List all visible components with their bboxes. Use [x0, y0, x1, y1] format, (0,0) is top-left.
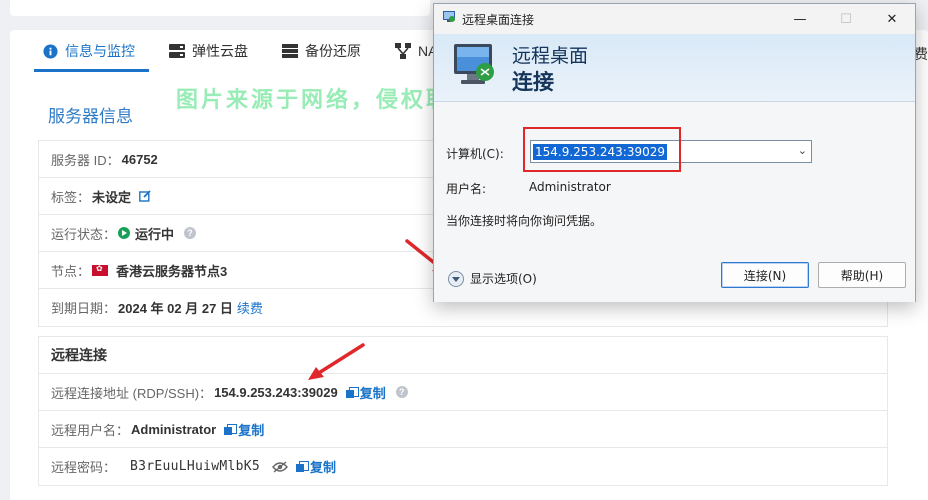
tag-value: 未设定 [92, 189, 132, 205]
server-info-title: 服务器信息 [48, 107, 133, 126]
maximize-button: ☐ [840, 11, 852, 27]
show-options-label[interactable]: 显示选项(O) [470, 270, 537, 287]
rdp-password-row: 远程密码： B3rEuuLHuiwMlbK5 复制 [39, 448, 887, 485]
copy-username-button[interactable]: 复制 [224, 420, 264, 439]
remote-desktop-monitor-icon [452, 40, 496, 100]
remote-connection-title: 远程连接 [39, 337, 887, 374]
red-arrow-to-address [308, 343, 365, 380]
banner-line2: 连接 [512, 70, 554, 94]
tab-label: 备份还原 [305, 43, 361, 59]
server-id-value: 46752 [121, 151, 158, 167]
copy-icon [345, 386, 359, 398]
node-value: 香港云服务器节点3 [116, 263, 228, 279]
copy-icon [224, 423, 238, 435]
remote-desktop-app-icon [442, 10, 456, 28]
copy-label: 复制 [238, 422, 265, 438]
copy-password-button[interactable]: 复制 [296, 457, 336, 476]
copy-label: 复制 [359, 385, 386, 401]
window-controls: — ☐ ✕ [777, 4, 915, 34]
red-highlight-box [523, 127, 681, 172]
show-options-toggle[interactable]: 显示选项(O) [448, 270, 537, 287]
server-id-label: 服务器 ID： [51, 152, 120, 168]
dialog-banner: 远程桌面 连接 [434, 34, 915, 102]
minimize-button[interactable]: — [777, 4, 823, 34]
tab-renew-partial[interactable]: 费 [914, 44, 928, 64]
node-label: 节点： [51, 263, 91, 279]
rdp-address-value: 154.9.253.243:39029 [214, 384, 338, 400]
chevron-down-icon[interactable]: ⌄ [798, 144, 807, 157]
tab-info-monitor[interactable]: 信息与监控 [34, 30, 149, 72]
credentials-hint: 当你连接时将向你询问凭据。 [446, 214, 603, 228]
connect-button[interactable]: 连接(N) [721, 262, 809, 288]
backup-icon [282, 43, 298, 59]
status-label: 运行状态： [51, 226, 117, 242]
expire-value: 2024 年 02 月 27 日 [118, 301, 233, 316]
tab-backup-restore[interactable]: 备份还原 [282, 30, 361, 72]
top-card [10, 0, 430, 16]
help-icon[interactable]: ? [184, 227, 197, 239]
copy-icon [296, 461, 310, 472]
rdp-password-label: 远程密码： [51, 460, 117, 475]
renew-link[interactable]: 续费 [237, 298, 263, 317]
help-button[interactable]: 帮助(H) [818, 262, 906, 288]
rdp-username-label: 远程用户名： [51, 422, 130, 438]
computer-label: 计算机(C): [446, 147, 504, 161]
copy-address-button[interactable]: 复制 [345, 383, 386, 402]
rdp-password-value: B3rEuuLHuiwMlbK5 [130, 459, 261, 474]
tab-label: 信息与监控 [65, 43, 135, 59]
rdp-address-label: 远程连接地址 (RDP/SSH)： [51, 385, 213, 401]
tag-label: 标签： [51, 189, 91, 205]
dialog-titlebar[interactable]: 远程桌面连接 — ☐ ✕ [434, 4, 915, 34]
expand-icon[interactable] [448, 270, 464, 287]
running-icon [118, 227, 131, 239]
expire-label: 到期日期： [51, 301, 117, 316]
username-label: 用户名: [446, 182, 487, 196]
dialog-body: 计算机(C): 154.9.253.243:39029 ⌄ 用户名: Admin… [434, 102, 915, 302]
help-icon[interactable]: ? [395, 386, 408, 398]
hong-kong-flag-icon [92, 264, 109, 276]
disk-icon [169, 43, 185, 59]
rdp-address-row: 远程连接地址 (RDP/SSH)： 154.9.253.243:39029 复制… [39, 374, 887, 411]
edit-icon[interactable] [139, 190, 151, 202]
close-button[interactable]: ✕ [869, 4, 915, 34]
status-value: 运行中 [135, 226, 175, 242]
banner-text: 远程桌面 连接 [512, 44, 588, 96]
info-icon [42, 43, 58, 59]
username-value: Administrator [529, 180, 611, 194]
rdp-username-value: Administrator [131, 421, 217, 437]
copy-label: 复制 [310, 460, 337, 475]
rdp-username-row: 远程用户名： Administrator 复制 [39, 411, 887, 448]
banner-line1: 远程桌面 [512, 45, 589, 67]
network-icon [395, 43, 411, 59]
dialog-title: 远程桌面连接 [462, 12, 535, 27]
remote-connection-box: 远程连接 远程连接地址 (RDP/SSH)： 154.9.253.243:390… [38, 336, 888, 486]
eye-off-icon[interactable] [272, 460, 288, 473]
tab-elastic-disk[interactable]: 弹性云盘 [169, 30, 248, 72]
tab-label: 弹性云盘 [192, 43, 248, 59]
remote-desktop-dialog: 远程桌面连接 — ☐ ✕ 远程桌面 连接 计算机(C): 154.9.253.2… [433, 3, 916, 302]
